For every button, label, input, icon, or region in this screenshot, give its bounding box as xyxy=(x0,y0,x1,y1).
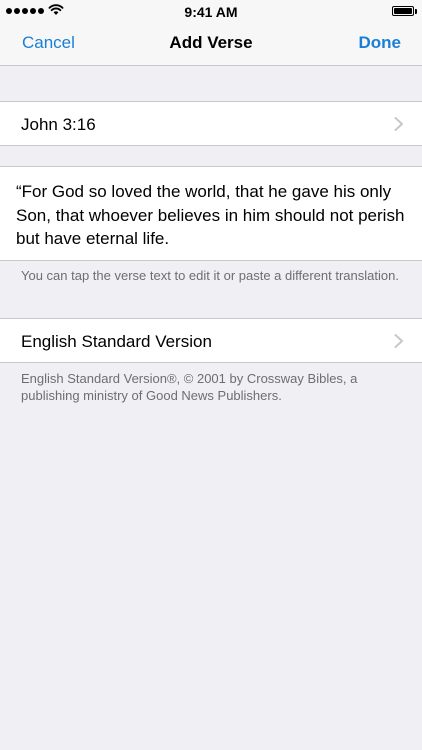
done-button[interactable]: Done xyxy=(359,33,402,53)
battery-tip xyxy=(415,9,417,14)
verse-text[interactable]: “For God so loved the world, that he gav… xyxy=(16,180,412,251)
copyright-footer: English Standard Version®, © 2001 by Cro… xyxy=(21,371,358,403)
status-bar: 9:41 AM xyxy=(0,0,422,24)
battery-icon xyxy=(392,6,414,16)
translation-label: English Standard Version xyxy=(21,332,212,351)
verse-reference-row[interactable]: John 3:16 xyxy=(0,101,422,146)
chevron-right-icon xyxy=(394,117,403,131)
status-time: 9:41 AM xyxy=(184,4,238,20)
translation-row[interactable]: English Standard Version xyxy=(0,318,422,363)
verse-hint-footer: You can tap the verse text to edit it or… xyxy=(21,268,399,283)
verse-reference-label: John 3:16 xyxy=(21,115,96,134)
verse-text-row[interactable]: “For God so loved the world, that he gav… xyxy=(0,166,422,261)
navigation-bar: Cancel Add Verse Done xyxy=(0,24,422,66)
chevron-right-icon xyxy=(394,334,403,348)
